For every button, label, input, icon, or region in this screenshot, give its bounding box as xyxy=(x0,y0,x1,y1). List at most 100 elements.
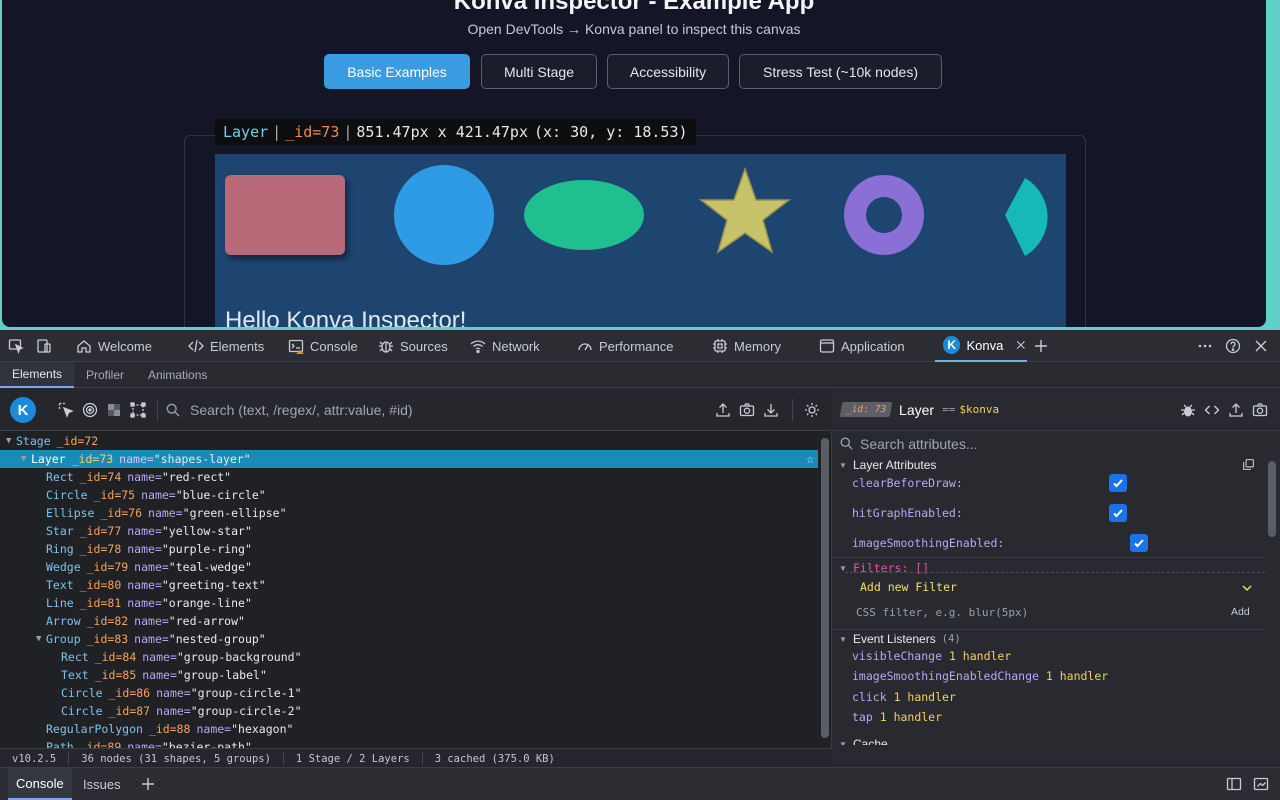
tree-scrollbar[interactable] xyxy=(820,434,830,748)
accessibility-button[interactable]: Accessibility xyxy=(607,54,729,89)
tab-performance[interactable]: Performance xyxy=(577,330,673,362)
cache-section-header[interactable]: ▼ Cache xyxy=(833,734,1265,745)
tab-application[interactable]: Application xyxy=(819,330,905,362)
tree-row[interactable]: Line _id=81 name= "orange-line" xyxy=(0,594,818,612)
node-id: _id=81 xyxy=(79,596,122,610)
layer-attributes-title: Layer Attributes xyxy=(853,458,937,472)
tree-row[interactable]: Path _id=89 name= "bezier-path" xyxy=(0,738,818,748)
event-listeners-section-header[interactable]: ▼ Event Listeners (4) xyxy=(833,629,1265,649)
image-smoothing-enabled-checkbox[interactable] xyxy=(1130,534,1148,552)
filters-section-header[interactable]: ▼ Filters: [] xyxy=(833,558,1265,578)
konva-canvas[interactable]: Hello Konva Inspector! xyxy=(215,154,1066,327)
caret-down-icon[interactable]: ▼ xyxy=(6,436,16,446)
tree-row[interactable]: Star _id=77 name= "yellow-star" xyxy=(0,522,818,540)
node-name-attr: name= xyxy=(148,506,183,520)
expand-drawer-icon[interactable] xyxy=(1245,768,1277,800)
bounding-box-icon[interactable] xyxy=(130,402,146,418)
wifi-icon xyxy=(470,340,486,354)
download-icon[interactable] xyxy=(763,402,779,418)
add-drawer-tab-icon[interactable] xyxy=(132,768,164,800)
tab-sources[interactable]: Sources xyxy=(378,330,448,362)
target-icon[interactable] xyxy=(82,402,98,418)
green-ellipse-shape[interactable] xyxy=(524,180,644,250)
tab-elements[interactable]: Elements xyxy=(188,330,264,362)
node-id: _id=87 xyxy=(108,704,151,718)
code-icon[interactable] xyxy=(1204,402,1220,418)
node-type: Star xyxy=(46,524,74,538)
drawer-tab-issues[interactable]: Issues xyxy=(75,768,129,800)
export-icon[interactable] xyxy=(1228,402,1244,418)
node-name-value: "green-ellipse" xyxy=(182,506,287,520)
tree-row[interactable]: ▼ Group _id=83 name= "nested-group" xyxy=(0,630,818,648)
subtab-animations[interactable]: Animations xyxy=(136,362,219,388)
devtools-drawer: Console Issues xyxy=(0,767,1280,800)
add-tab-icon[interactable] xyxy=(1033,330,1049,362)
subtab-elements[interactable]: Elements xyxy=(0,362,75,388)
subtab-profiler[interactable]: Profiler xyxy=(74,362,136,388)
camera-icon[interactable] xyxy=(739,402,755,418)
tree-row[interactable]: Wedge _id=79 name= "teal-wedge" xyxy=(0,558,818,576)
tab-konva[interactable]: K Konva xyxy=(935,330,1027,362)
tab-network[interactable]: Network xyxy=(470,330,540,362)
node-id: _id=84 xyxy=(94,650,137,664)
add-new-filter-select[interactable]: Add new Filter xyxy=(860,580,957,594)
tree-row[interactable]: ▼ Stage _id=72 xyxy=(0,432,818,450)
tree-search-input[interactable] xyxy=(190,400,690,420)
blue-circle-shape[interactable] xyxy=(394,165,494,265)
tree-row[interactable]: Text _id=85 name= "group-label" xyxy=(0,666,818,684)
red-rect-shape[interactable] xyxy=(225,175,345,255)
help-icon[interactable] xyxy=(1225,330,1241,362)
tree-row[interactable]: Ellipse _id=76 name= "green-ellipse" xyxy=(0,504,818,522)
tree-row[interactable]: Circle _id=75 name= "blue-circle" xyxy=(0,486,818,504)
favorite-star-icon[interactable]: ☆ xyxy=(806,452,814,467)
camera-icon[interactable] xyxy=(1252,402,1268,418)
tree-row[interactable]: Ring _id=78 name= "purple-ring" xyxy=(0,540,818,558)
node-id-badge: _id: 73 xyxy=(839,402,893,417)
clear-before-draw-checkbox[interactable] xyxy=(1109,474,1127,492)
node-name-value: "group-circle-2" xyxy=(190,704,302,718)
close-devtools-icon[interactable] xyxy=(1253,330,1269,362)
chevron-down-icon[interactable] xyxy=(1241,582,1253,594)
caret-down-icon[interactable]: ▼ xyxy=(36,634,46,644)
drawer-tab-console[interactable]: Console xyxy=(8,768,72,800)
inspect-element-icon[interactable] xyxy=(8,330,24,362)
select-node-icon[interactable] xyxy=(58,402,74,418)
basic-examples-button[interactable]: Basic Examples xyxy=(324,54,470,89)
attr-hit-graph-enabled: hitGraphEnabled: xyxy=(852,502,963,524)
multi-stage-button[interactable]: Multi Stage xyxy=(481,54,597,89)
node-name-value: "group-background" xyxy=(176,650,302,664)
inspector-scrollbar[interactable] xyxy=(1267,455,1277,745)
copy-icon[interactable] xyxy=(1242,458,1255,471)
tree-row[interactable]: Rect _id=74 name= "red-rect" xyxy=(0,468,818,486)
tab-welcome[interactable]: Welcome xyxy=(76,330,152,362)
css-filter-input[interactable]: CSS filter, e.g. blur(5px) xyxy=(856,606,1028,619)
device-toolbar-icon[interactable] xyxy=(36,330,52,362)
tree-row[interactable]: ▼ Layer _id=73 name= "shapes-layer" ☆ xyxy=(0,450,818,468)
purple-ring-shape[interactable] xyxy=(844,175,925,255)
hit-graph-enabled-checkbox[interactable] xyxy=(1109,504,1127,522)
attribute-search-input[interactable] xyxy=(860,434,1240,454)
caret-down-icon[interactable]: ▼ xyxy=(21,454,31,464)
tree-row[interactable]: Circle _id=86 name= "group-circle-1" xyxy=(0,684,818,702)
tree-row[interactable]: Arrow _id=82 name= "red-arrow" xyxy=(0,612,818,630)
listener-count: 1 handler xyxy=(893,690,956,704)
caret-down-icon: ▼ xyxy=(839,634,847,644)
node-name-value: "hexagon" xyxy=(231,722,294,736)
tab-console[interactable]: Console xyxy=(288,330,358,362)
teal-wedge-shape[interactable] xyxy=(1005,178,1048,256)
upload-icon[interactable] xyxy=(715,402,731,418)
theme-toggle-icon[interactable] xyxy=(804,402,820,418)
close-tab-icon[interactable] xyxy=(1015,339,1027,351)
tree-row[interactable]: RegularPolygon _id=88 name= "hexagon" xyxy=(0,720,818,738)
node-name-attr: name= xyxy=(127,524,162,538)
more-options-icon[interactable] xyxy=(1197,330,1213,362)
tree-row[interactable]: Circle _id=87 name= "group-circle-2" xyxy=(0,702,818,720)
checker-grid-icon[interactable] xyxy=(106,402,122,418)
tree-row[interactable]: Rect _id=84 name= "group-background" xyxy=(0,648,818,666)
tab-memory[interactable]: Memory xyxy=(712,330,781,362)
yellow-star-shape[interactable] xyxy=(698,166,792,254)
add-filter-button[interactable]: Add xyxy=(1231,606,1250,618)
stress-test-button[interactable]: Stress Test (~10k nodes) xyxy=(739,54,942,89)
tree-row[interactable]: Text _id=80 name= "greeting-text" xyxy=(0,576,818,594)
bug-icon[interactable] xyxy=(1180,402,1196,418)
